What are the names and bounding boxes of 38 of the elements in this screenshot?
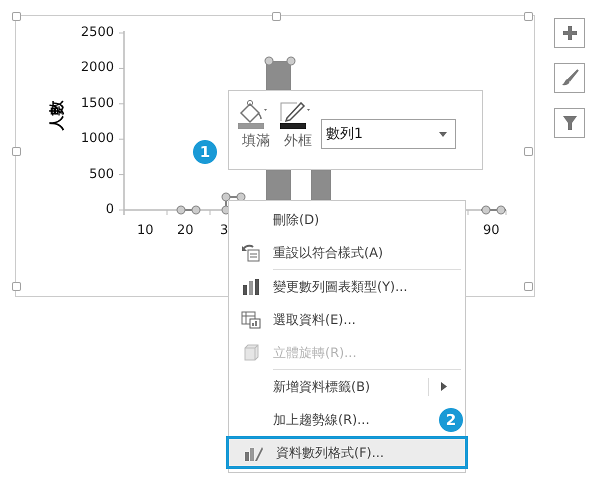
resize-handle[interactable] (272, 12, 281, 21)
caret-icon (439, 132, 447, 136)
y-tick-label: 2000 (80, 59, 114, 78)
resize-handle[interactable] (12, 282, 21, 291)
add-element-button[interactable] (554, 18, 585, 48)
resize-handle[interactable] (12, 147, 21, 156)
y-tick-label: 500 (89, 166, 114, 184)
fill-button[interactable]: 填滿 (237, 99, 273, 150)
x-tick-label: 10 (137, 223, 154, 238)
menu-item[interactable]: 資料數列格式(F)... (226, 436, 468, 469)
resize-handle[interactable] (524, 282, 533, 291)
chart-filter-button[interactable] (554, 108, 585, 138)
bar-chart-icon (242, 278, 260, 294)
cube-icon (242, 344, 260, 362)
outline-button[interactable]: 外框 (279, 99, 315, 150)
y-tick-label: 1000 (80, 130, 114, 148)
plus-icon (562, 25, 578, 41)
resize-handle[interactable] (524, 147, 533, 156)
brush-icon (560, 69, 578, 87)
submenu-arrow-icon (441, 382, 447, 391)
y-tick-label: 1500 (80, 94, 114, 113)
filter-icon (562, 115, 578, 131)
series-dropdown[interactable]: 數列1 (321, 119, 456, 149)
menu-item[interactable]: 刪除(D) (229, 203, 465, 236)
chart-style-button[interactable] (554, 63, 585, 93)
table-icon (241, 310, 261, 328)
x-tick-label: 3 (220, 223, 228, 238)
menu-item[interactable]: 新增資料標籤(B) (229, 370, 465, 403)
resize-handle[interactable] (524, 12, 533, 21)
y-tick-label: 2500 (80, 24, 114, 42)
menu-item[interactable]: 重設以符合樣式(A) (229, 236, 465, 269)
resize-handle[interactable] (12, 12, 21, 21)
reset-icon (241, 244, 261, 262)
y-axis-title: 人數 (48, 100, 66, 130)
x-tick-label: 90 (483, 223, 500, 238)
menu-item[interactable]: 選取資料(E)... (229, 303, 465, 336)
y-tick-label: 0 (106, 201, 114, 219)
x-tick-label: 20 (177, 223, 194, 238)
